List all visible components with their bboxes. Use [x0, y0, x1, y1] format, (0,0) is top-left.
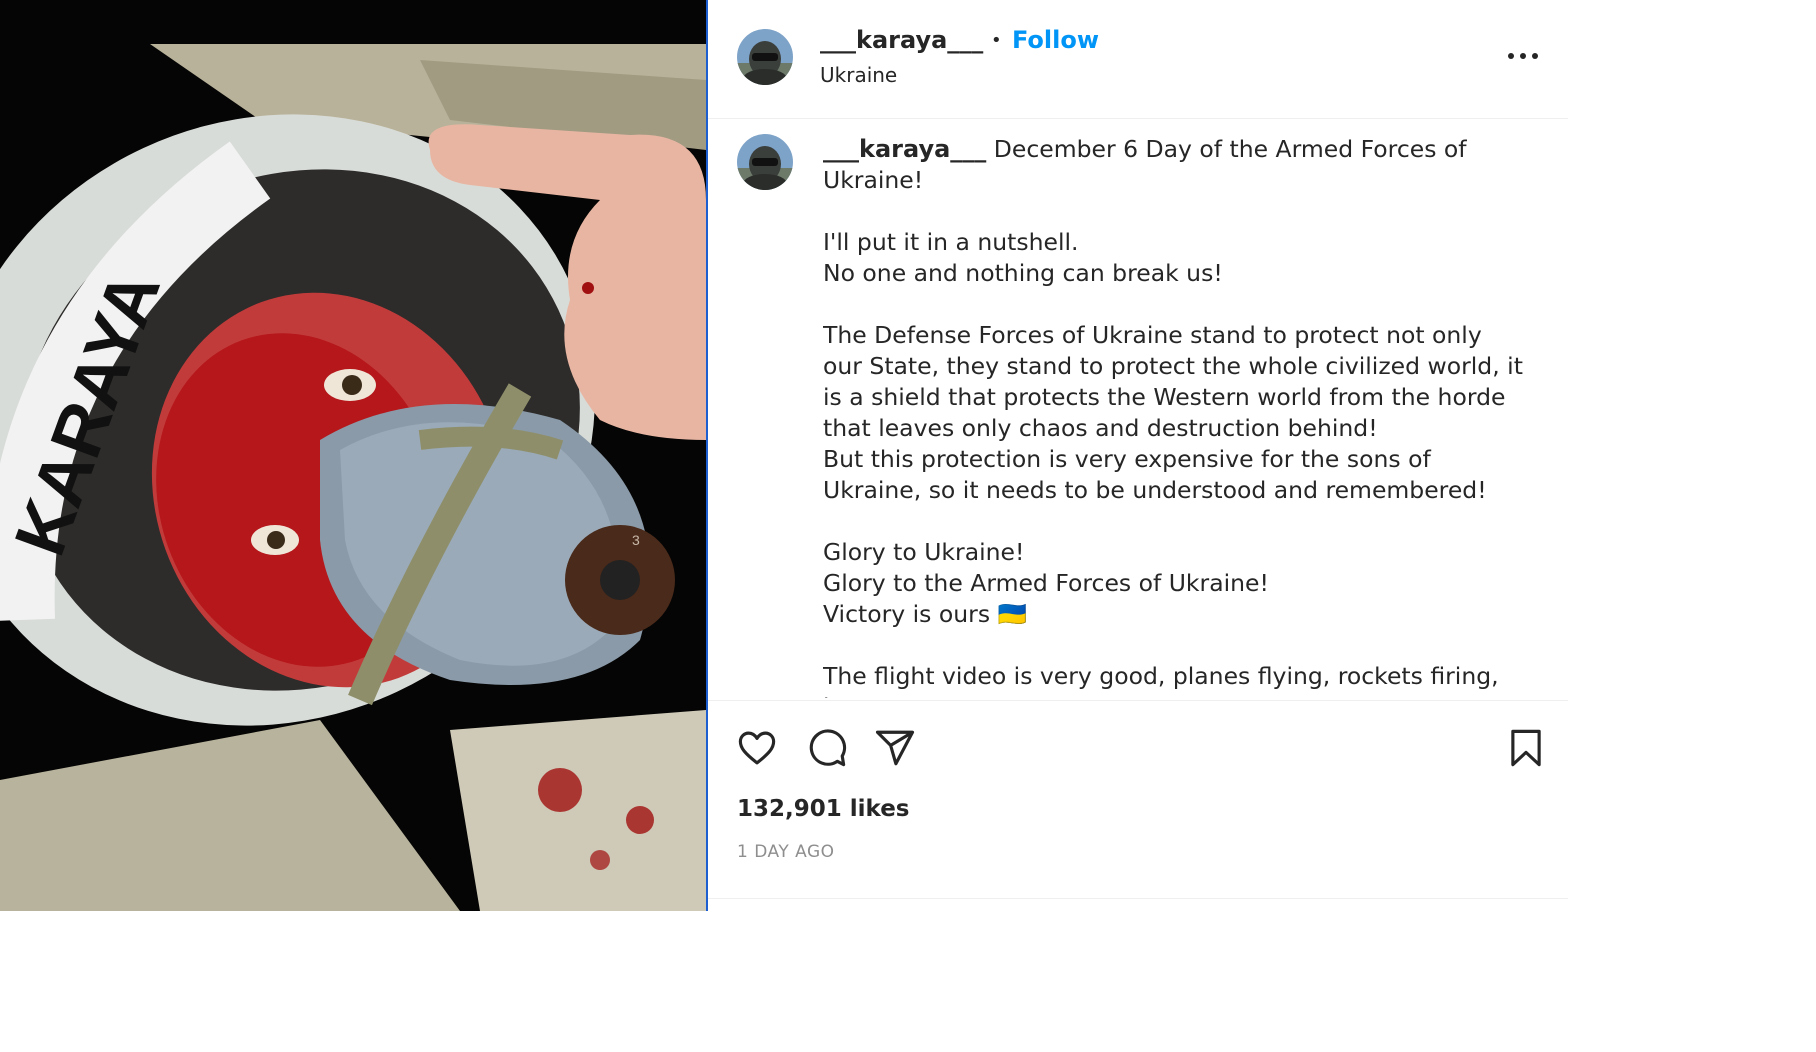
- separator-dot: •: [991, 30, 1002, 51]
- avatar[interactable]: [737, 29, 793, 85]
- caption-paragraph: The flight video is very good, planes fl…: [823, 662, 1499, 698]
- footer-divider: [708, 898, 1568, 899]
- header-divider: [708, 118, 1568, 119]
- post-author-username[interactable]: ___karaya___: [820, 26, 983, 54]
- caption-paragraph: Glory to Ukraine! Glory to the Armed For…: [823, 538, 1269, 628]
- caption-paragraph: I'll put it in a nutshell. No one and no…: [823, 228, 1223, 287]
- pilot-photo: KARAYA 3: [0, 0, 706, 911]
- caption-divider: [708, 700, 1568, 701]
- bookmark-icon[interactable]: [1505, 727, 1547, 769]
- post-location[interactable]: Ukraine: [820, 63, 897, 87]
- follow-button[interactable]: Follow: [1012, 26, 1099, 54]
- post-image[interactable]: KARAYA 3: [0, 0, 706, 911]
- post-caption: ___karaya___ December 6 Day of the Armed…: [823, 134, 1523, 698]
- svg-text:3: 3: [632, 532, 640, 548]
- likes-count[interactable]: 132,901 likes: [737, 796, 910, 822]
- heart-icon[interactable]: [736, 727, 778, 769]
- comment-icon[interactable]: [806, 727, 848, 769]
- paper-plane-icon[interactable]: [874, 727, 916, 769]
- caption-avatar[interactable]: [737, 134, 793, 190]
- caption-paragraph: ___karaya___ December 6 Day of the Armed…: [823, 135, 1475, 194]
- post-panel: ___karaya___ • Follow Ukraine ___karaya_…: [708, 0, 1568, 911]
- caption-username[interactable]: ___karaya___: [823, 135, 986, 163]
- post-timestamp[interactable]: 1 DAY AGO: [737, 842, 835, 862]
- more-options-icon[interactable]: [1508, 50, 1538, 62]
- caption-paragraph: The Defense Forces of Ukraine stand to p…: [823, 321, 1523, 504]
